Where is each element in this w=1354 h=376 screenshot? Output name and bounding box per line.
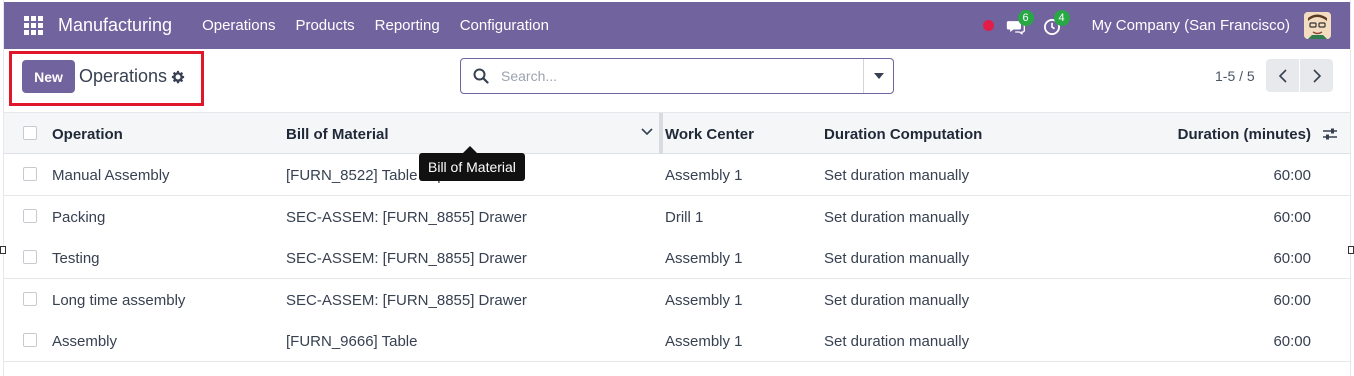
cell-bill-of-material: SEC-ASSEM: [FURN_8855] Drawer: [286, 209, 527, 226]
search-options-toggle[interactable]: [863, 59, 893, 93]
row-checkbox[interactable]: [23, 250, 37, 264]
cell-duration-computation: Set duration manually: [824, 292, 970, 309]
avatar-face-icon: [1304, 12, 1331, 39]
optional-columns-icon[interactable]: [1322, 127, 1338, 141]
column-header-duration-computation[interactable]: Duration Computation: [824, 126, 982, 143]
cell-duration-computation: Set duration manually: [824, 167, 970, 184]
app-brand[interactable]: Manufacturing: [58, 15, 172, 36]
page-title: Operations: [79, 66, 168, 86]
cell-duration: 60:00: [1273, 167, 1311, 184]
caret-down-icon: [873, 73, 884, 79]
cell-duration: 60:00: [1273, 250, 1311, 267]
company-switcher[interactable]: My Company (San Francisco): [1092, 17, 1290, 34]
menu-products[interactable]: Products: [285, 17, 364, 34]
cell-operation: Assembly: [52, 333, 118, 350]
chevron-left-icon: [1278, 68, 1287, 83]
column-header-work-center[interactable]: Work Center: [665, 126, 754, 143]
breadcrumb: Operations: [79, 66, 185, 87]
right-resize-marker: [1348, 246, 1354, 254]
select-all-checkbox[interactable]: [23, 126, 37, 140]
row-checkbox[interactable]: [23, 209, 37, 223]
left-resize-marker: [0, 246, 6, 254]
cell-duration-computation: Set duration manually: [824, 250, 970, 267]
search-input[interactable]: Search...: [501, 68, 863, 84]
navbar-systray: 6 4 My Company (San Francisco): [982, 2, 1350, 49]
cell-bill-of-material: [FURN_9666] Table: [286, 333, 418, 350]
cell-operation: Long time assembly: [52, 292, 186, 309]
cell-operation: Packing: [52, 209, 106, 226]
cell-duration: 60:00: [1273, 209, 1311, 226]
cell-duration-computation: Set duration manually: [824, 209, 970, 226]
cell-bill-of-material: SEC-ASSEM: [FURN_8855] Drawer: [286, 250, 527, 267]
table-row[interactable]: Long time assembly SEC-ASSEM: [FURN_8855…: [4, 279, 1350, 321]
column-header-operation[interactable]: Operation: [52, 126, 123, 143]
search-bar[interactable]: Search...: [460, 58, 894, 94]
messages-button[interactable]: 6: [1006, 9, 1034, 37]
cell-duration: 60:00: [1273, 292, 1311, 309]
cell-work-center: Assembly 1: [665, 167, 743, 184]
right-edge: [1350, 0, 1354, 376]
gear-icon[interactable]: [171, 70, 185, 84]
cell-bill-of-material: SEC-ASSEM: [FURN_8855] Drawer: [286, 292, 527, 309]
cell-work-center: Assembly 1: [665, 250, 743, 267]
column-header-bill-of-material[interactable]: Bill of Material: [286, 126, 389, 143]
cell-work-center: Assembly 1: [665, 292, 743, 309]
search-icon: [473, 68, 489, 84]
menu-configuration[interactable]: Configuration: [450, 17, 559, 34]
table-header: Operation Bill of Material Work Center D…: [4, 112, 1350, 154]
column-tooltip: Bill of Material: [419, 146, 525, 181]
table-row[interactable]: Packing SEC-ASSEM: [FURN_8855] Drawer Dr…: [4, 196, 1350, 238]
table-row[interactable]: Assembly [FURN_9666] Table Assembly 1 Se…: [4, 320, 1350, 362]
row-checkbox[interactable]: [23, 167, 37, 181]
cell-duration: 60:00: [1273, 333, 1311, 350]
cell-operation: Manual Assembly: [52, 167, 170, 184]
main-menu: Operations Products Reporting Configurat…: [192, 17, 559, 34]
row-checkbox[interactable]: [23, 333, 37, 347]
menu-operations[interactable]: Operations: [192, 17, 285, 34]
top-navbar: Manufacturing Operations Products Report…: [4, 2, 1350, 49]
column-resize-handle[interactable]: [659, 113, 663, 154]
row-checkbox[interactable]: [23, 292, 37, 306]
pager-previous-button[interactable]: [1266, 59, 1299, 92]
activities-count-badge: 4: [1053, 9, 1070, 26]
avatar[interactable]: [1304, 12, 1331, 39]
record-dot-icon[interactable]: [982, 20, 994, 31]
messages-count-badge: 6: [1017, 9, 1034, 26]
cell-duration-computation: Set duration manually: [824, 333, 970, 350]
menu-reporting[interactable]: Reporting: [365, 17, 450, 34]
cell-operation: Testing: [52, 250, 100, 267]
activities-button[interactable]: 4: [1042, 9, 1070, 37]
cell-work-center: Drill 1: [665, 209, 704, 226]
cell-work-center: Assembly 1: [665, 333, 743, 350]
chevron-right-icon: [1312, 68, 1321, 83]
table-row[interactable]: Manual Assembly [FURN_8522] Table Top As…: [4, 154, 1350, 196]
pager-next-button[interactable]: [1300, 59, 1333, 92]
new-button[interactable]: New: [22, 60, 75, 93]
table-row[interactable]: Testing SEC-ASSEM: [FURN_8855] Drawer As…: [4, 237, 1350, 279]
sort-chevron-icon[interactable]: [641, 128, 653, 136]
apps-grid-icon[interactable]: [24, 15, 44, 36]
pager-value[interactable]: 1-5 / 5: [1215, 68, 1255, 84]
column-header-duration[interactable]: Duration (minutes): [1178, 126, 1311, 143]
